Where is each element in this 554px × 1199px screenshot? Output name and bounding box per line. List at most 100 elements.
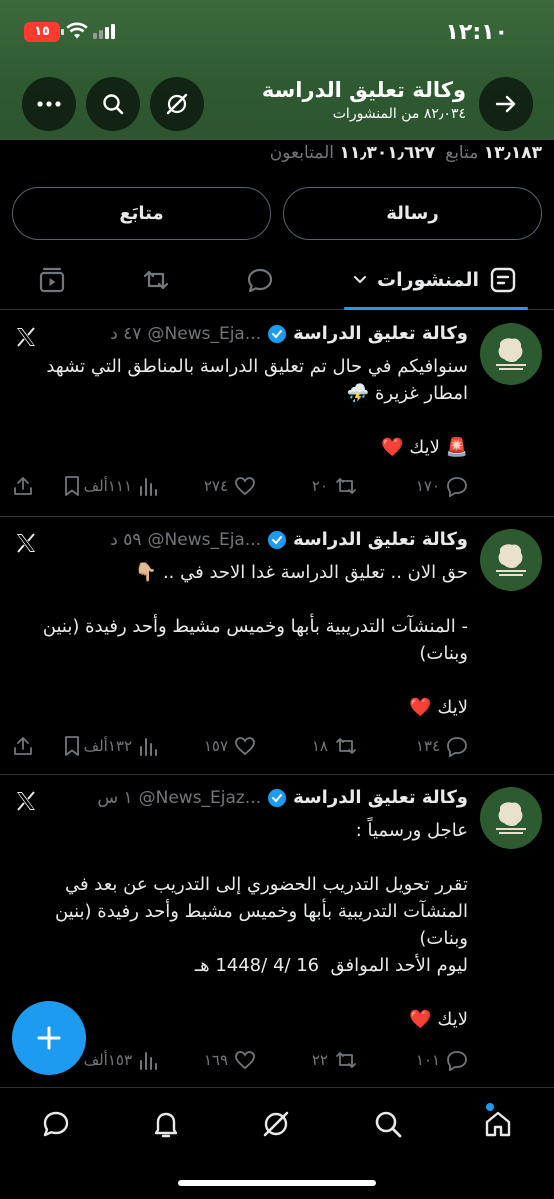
message-button[interactable]: رسالة [283, 187, 542, 240]
repost-button[interactable]: ١٨ [312, 733, 358, 759]
nav-grok[interactable] [256, 1104, 296, 1144]
share-button[interactable] [12, 733, 34, 759]
post-text: سنوافيكم في حال تم تعليق الدراسة بالمناط… [46, 356, 468, 458]
nav-notifications[interactable] [146, 1104, 186, 1144]
search-icon [103, 94, 124, 115]
posts-tab-icon [490, 267, 516, 293]
author-name[interactable]: وكالة تعليق الدراسة [293, 323, 468, 344]
author-name[interactable]: وكالة تعليق الدراسة [293, 787, 468, 808]
status-bar: ١٥ ١٢:١٠ [0, 0, 554, 62]
post-time: ٥٩ د [110, 529, 142, 550]
following-button[interactable]: متابَع [12, 187, 271, 240]
reply-button[interactable]: ١٧٠ [416, 473, 468, 499]
active-tab-indicator [344, 307, 528, 310]
more-button[interactable] [22, 77, 76, 131]
views-chart-icon [140, 1052, 157, 1070]
following-label: متابع [445, 143, 479, 163]
verified-badge-icon [268, 530, 287, 549]
bookmark-button[interactable] [62, 473, 82, 499]
post-actions: ١٣٤ ١٨ ١٥٧ ١٣٢ألف [12, 733, 468, 759]
tab-media[interactable] [22, 250, 82, 310]
heart-icon [235, 477, 255, 496]
tab-replies[interactable] [230, 250, 290, 310]
grok-button[interactable] [150, 77, 204, 131]
home-icon [485, 1111, 511, 1137]
bookmark-button[interactable] [62, 733, 82, 759]
tab-reposts[interactable] [126, 250, 186, 310]
post[interactable]: وكالة تعليق الدراسة @News_Eja... ٥٩ د حق… [0, 517, 554, 775]
media-icon [39, 267, 65, 293]
share-button[interactable] [12, 473, 34, 499]
author-handle[interactable]: @News_Ejaz... [139, 788, 261, 808]
post-time: ٤٧ د [110, 323, 142, 344]
avatar[interactable] [480, 529, 542, 591]
x-logo-icon[interactable] [14, 789, 38, 813]
avatar[interactable] [480, 323, 542, 385]
reply-icon [447, 737, 467, 757]
plus-icon [37, 1026, 61, 1050]
like-button[interactable]: ١٥٧ [204, 733, 256, 759]
account-name: وكالة تعليق الدراسة [261, 78, 466, 102]
reply-count: ١٣٤ [415, 737, 440, 755]
following-count: ١٣٫١٨٣ [483, 143, 542, 163]
account-logo-icon [496, 802, 526, 834]
repost-icon [143, 270, 169, 290]
views-button[interactable]: ١٥٣ألف [84, 1047, 158, 1073]
post-header: وكالة تعليق الدراسة @News_Eja... ٥٩ د [110, 529, 468, 550]
post[interactable]: وكالة تعليق الدراسة @News_Eja... ٤٧ د سن… [0, 311, 554, 517]
views-chart-icon [140, 478, 157, 496]
x-logo-icon[interactable] [14, 531, 38, 555]
reply-count: ١٧٠ [415, 477, 440, 495]
messages-icon [43, 1111, 69, 1137]
share-icon [14, 737, 32, 755]
like-count: ٢٧٤ [203, 477, 228, 495]
x-logo-icon[interactable] [14, 325, 38, 349]
like-button[interactable]: ١٦٩ [204, 1047, 256, 1073]
nav-home[interactable] [478, 1104, 518, 1144]
author-handle[interactable]: @News_Eja... [148, 530, 262, 550]
profile-tabs: المنشورات [0, 250, 554, 310]
repost-count: ٢٢ [311, 1051, 328, 1069]
back-button[interactable] [479, 77, 533, 131]
follow-counts: ١٣٫١٨٣ متابع ١١٫٣٠١٫٦٢٧ المتابعون [270, 143, 542, 163]
reply-button[interactable]: ١٠١ [416, 1047, 468, 1073]
like-button[interactable]: ٢٧٤ [204, 473, 256, 499]
avatar[interactable] [480, 787, 542, 849]
grok-icon [263, 1111, 289, 1137]
search-button[interactable] [86, 77, 140, 131]
repost-count: ١٨ [311, 737, 328, 755]
view-count: ١٣٢ألف [83, 737, 132, 755]
nav-messages[interactable] [36, 1104, 76, 1144]
author-name[interactable]: وكالة تعليق الدراسة [293, 529, 468, 550]
views-button[interactable]: ١١١ألف [84, 473, 158, 499]
profile-header-banner: ١٥ ١٢:١٠ وكالة تعليق الدراسة ٨٢٫٠٣٤ من ا… [0, 0, 554, 140]
cellular-signal-icon [93, 24, 115, 39]
notifications-icon [154, 1112, 178, 1138]
nav-search[interactable] [368, 1104, 408, 1144]
bookmark-icon [65, 736, 79, 756]
reply-icon [447, 477, 467, 497]
verified-badge-icon [268, 788, 287, 807]
repost-button[interactable]: ٢٢ [312, 1047, 358, 1073]
reply-button[interactable]: ١٣٤ [416, 733, 468, 759]
following-stat[interactable]: ١٣٫١٨٣ متابع [445, 143, 542, 163]
clock: ١٢:١٠ [445, 20, 508, 45]
search-icon [375, 1111, 402, 1138]
view-count: ١٥٣ألف [83, 1051, 132, 1069]
reply-bubble-icon [247, 268, 273, 293]
views-button[interactable]: ١٣٢ألف [84, 733, 158, 759]
compose-button[interactable] [12, 1001, 86, 1075]
followers-stat[interactable]: ١١٫٣٠١٫٦٢٧ المتابعون [270, 143, 435, 163]
repost-count: ٢٠ [311, 477, 328, 495]
tab-posts[interactable]: المنشورات [340, 250, 530, 310]
post-header: وكالة تعليق الدراسة @News_Ejaz... ١ س [97, 787, 468, 808]
post-header: وكالة تعليق الدراسة @News_Eja... ٤٧ د [110, 323, 468, 344]
repost-icon [336, 478, 356, 494]
heart-icon [235, 1051, 255, 1070]
repost-button[interactable]: ٢٠ [312, 473, 358, 499]
reply-count: ١٠١ [415, 1051, 440, 1069]
author-handle[interactable]: @News_Eja... [148, 324, 262, 344]
wifi-icon [66, 22, 88, 39]
home-indicator [178, 1180, 376, 1186]
chevron-down-icon [354, 276, 367, 284]
